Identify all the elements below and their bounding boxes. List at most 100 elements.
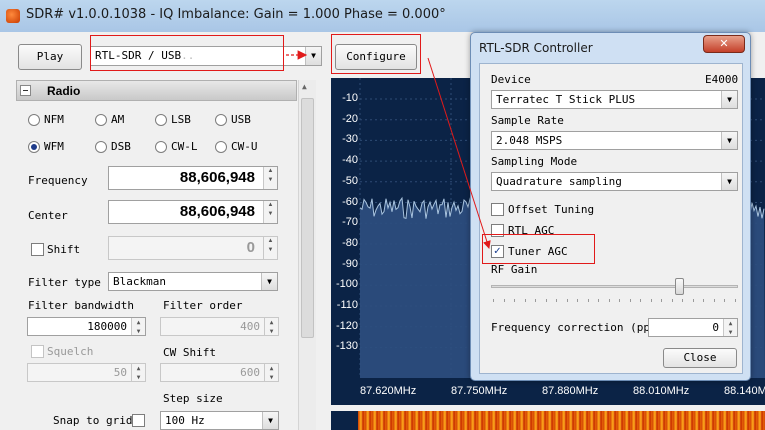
- squelch-input[interactable]: 50 ▲ ▼: [27, 363, 146, 382]
- mode-label-cw-u: CW-U: [231, 140, 258, 153]
- annotation-box-source: [90, 35, 284, 71]
- slider-tick: [514, 299, 515, 302]
- filter-order-value: 400: [240, 320, 260, 333]
- step-size-select[interactable]: 100 Hz ▼: [160, 411, 279, 430]
- frequency-tick-label: 87.620MHz: [360, 385, 417, 397]
- slider-tick: [503, 299, 505, 302]
- db-tick-label: -40: [342, 154, 358, 167]
- sampling-mode-select[interactable]: Quadrature sampling ▼: [491, 172, 738, 191]
- rf-gain-label: RF Gain: [491, 263, 538, 276]
- rf-gain-slider-track[interactable]: [491, 285, 738, 288]
- title-bar: SDR# v1.0.0.1038 - IQ Imbalance: Gain = …: [0, 0, 765, 32]
- filter-bandwidth-input[interactable]: 180000 ▲ ▼: [27, 317, 146, 336]
- slider-tick: [671, 299, 673, 302]
- squelch-checkbox[interactable]: [31, 345, 44, 358]
- slider-tick: [692, 299, 694, 302]
- frequency-tick-label: 87.880MHz: [542, 385, 599, 397]
- play-button[interactable]: Play: [18, 44, 82, 70]
- radio-section-header[interactable]: Radio: [16, 80, 297, 101]
- mode-radio-am[interactable]: [95, 114, 107, 126]
- frequency-correction-input[interactable]: 0 ▲ ▼: [648, 318, 738, 337]
- chevron-down-icon[interactable]: ▼: [721, 132, 737, 149]
- frequency-input[interactable]: 88,606,948 ▲ ▼: [108, 166, 278, 190]
- filter-order-input[interactable]: 400 ▲ ▼: [160, 317, 279, 336]
- db-tick-label: -80: [342, 236, 358, 249]
- center-input[interactable]: 88,606,948 ▲ ▼: [108, 200, 278, 224]
- mode-radio-cw-u[interactable]: [215, 141, 227, 153]
- frequency-spin-icon[interactable]: ▲ ▼: [263, 167, 277, 189]
- chevron-down-icon[interactable]: ▼: [261, 273, 277, 290]
- filter-bandwidth-label: Filter bandwidth: [28, 299, 134, 312]
- slider-tick: [535, 299, 536, 302]
- db-tick-label: -110: [336, 299, 358, 311]
- db-tick-label: -30: [342, 133, 358, 146]
- cw-shift-spin-icon[interactable]: ▲ ▼: [264, 364, 278, 381]
- slider-tick: [587, 299, 589, 302]
- mode-radio-wfm[interactable]: [28, 141, 40, 153]
- slider-tick: [734, 299, 736, 302]
- sample-rate-value: 2.048 MSPS: [496, 134, 563, 147]
- shift-checkbox[interactable]: [31, 243, 44, 256]
- filter-bandwidth-value: 180000: [87, 320, 127, 333]
- cw-shift-label: CW Shift: [163, 346, 216, 359]
- shift-spin-icon[interactable]: ▲ ▼: [263, 237, 277, 259]
- device-select[interactable]: Terratec T Stick PLUS ▼: [491, 90, 738, 109]
- frequency-label: Frequency: [28, 174, 88, 187]
- frequency-tick-label: 88.010MHz: [633, 385, 690, 397]
- mode-radio-usb[interactable]: [215, 114, 227, 126]
- shift-value: 0: [246, 239, 255, 256]
- mode-label-nfm: NFM: [44, 113, 64, 126]
- rf-gain-slider-thumb[interactable]: [675, 278, 684, 295]
- snap-to-grid-label: Snap to grid: [53, 414, 133, 427]
- mode-radio-cw-l[interactable]: [155, 141, 167, 153]
- rtl-sdr-controller-dialog: RTL-SDR Controller ✕ Device E4000 Terrat…: [470, 32, 751, 381]
- filter-type-label: Filter type: [28, 276, 101, 289]
- sampling-mode-value: Quadrature sampling: [496, 175, 622, 188]
- db-tick-label: -20: [342, 112, 358, 125]
- mode-radio-nfm[interactable]: [28, 114, 40, 126]
- snap-to-grid-checkbox[interactable]: [132, 414, 145, 427]
- slider-tick: [556, 299, 557, 302]
- shift-label: Shift: [47, 243, 81, 256]
- center-spin-icon[interactable]: ▲ ▼: [263, 201, 277, 223]
- squelch-label: Squelch: [47, 345, 94, 358]
- mode-label-wfm: WFM: [44, 140, 64, 153]
- slider-tick: [703, 299, 704, 302]
- mode-label-lsb: LSB: [171, 113, 191, 126]
- cw-shift-input[interactable]: 600 ▲ ▼: [160, 363, 279, 382]
- db-tick-label: -130: [335, 340, 358, 353]
- waterfall-band: [358, 411, 765, 430]
- db-tick-label: -50: [342, 174, 358, 187]
- left-panel-scrollbar[interactable]: ▲: [298, 80, 316, 430]
- scroll-thumb[interactable]: [301, 98, 314, 338]
- slider-tick: [661, 299, 662, 302]
- sample-rate-select[interactable]: 2.048 MSPS ▼: [491, 131, 738, 150]
- filter-type-select[interactable]: Blackman ▼: [108, 272, 278, 291]
- offset-tuning-checkbox[interactable]: [491, 203, 504, 216]
- slider-tick: [598, 299, 599, 302]
- step-size-value: 100 Hz: [165, 414, 205, 427]
- shift-input[interactable]: 0 ▲ ▼: [108, 236, 278, 260]
- device-tuner: E4000: [705, 73, 739, 86]
- scroll-up-icon[interactable]: ▲: [302, 82, 312, 91]
- chevron-down-icon[interactable]: ▼: [262, 412, 278, 429]
- mode-label-usb: USB: [231, 113, 251, 126]
- frequency-correction-spin-icon[interactable]: ▲ ▼: [723, 319, 737, 336]
- filter-bandwidth-spin-icon[interactable]: ▲ ▼: [131, 318, 145, 335]
- minus-icon[interactable]: [20, 85, 31, 96]
- close-button[interactable]: Close: [663, 348, 737, 368]
- db-tick-label: -120: [335, 319, 358, 332]
- chevron-down-icon[interactable]: ▼: [721, 91, 737, 108]
- squelch-spin-icon[interactable]: ▲ ▼: [131, 364, 145, 381]
- slider-tick: [566, 299, 568, 302]
- filter-order-spin-icon[interactable]: ▲ ▼: [264, 318, 278, 335]
- mode-radio-dsb[interactable]: [95, 141, 107, 153]
- mode-radio-lsb[interactable]: [155, 114, 167, 126]
- chevron-down-icon[interactable]: ▼: [305, 47, 321, 65]
- close-icon[interactable]: ✕: [703, 35, 745, 53]
- waterfall-display[interactable]: [331, 411, 765, 430]
- sample-rate-label: Sample Rate: [491, 114, 564, 127]
- chevron-down-icon[interactable]: ▼: [721, 173, 737, 190]
- radio-header-label: Radio: [47, 84, 81, 98]
- slider-tick: [545, 299, 547, 302]
